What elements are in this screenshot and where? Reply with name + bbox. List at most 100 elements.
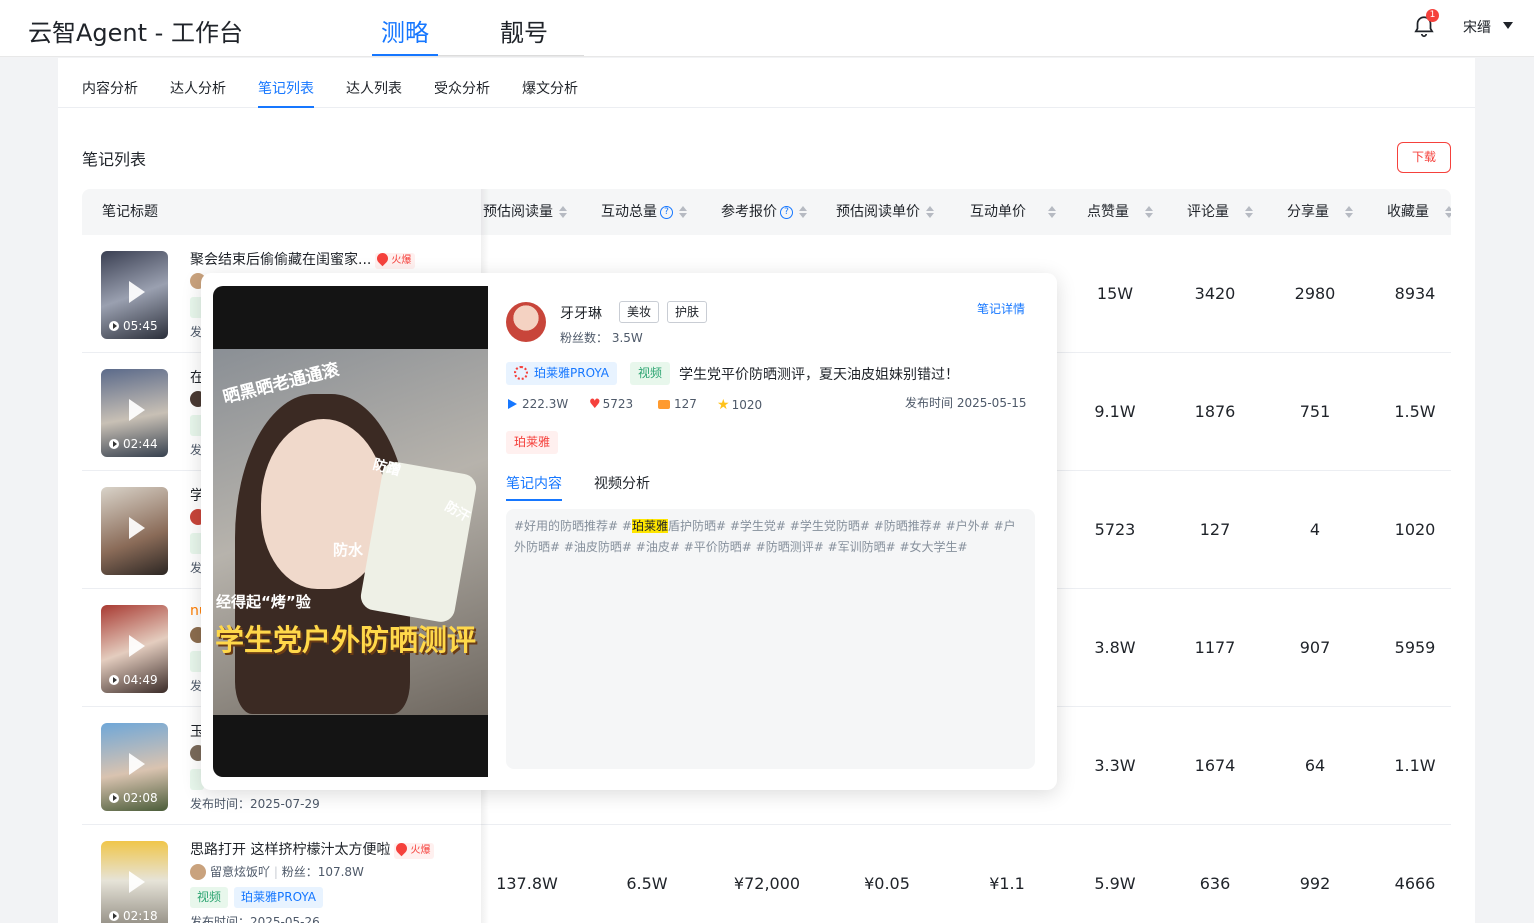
favorites-cell: 5959: [1394, 638, 1436, 657]
sort-icon[interactable]: [926, 205, 934, 219]
note-preview-popup: 晒黑晒老通通滚 防蹭 防汗 防水 经得起“烤”验 学生党户外防晒测评 牙牙琳 美…: [201, 273, 1057, 790]
pubtime: 发布时间：2025-07-29: [190, 797, 320, 811]
tab-video-analysis[interactable]: 视频分析: [594, 473, 650, 501]
favorites-cell: 1.1W: [1394, 756, 1436, 775]
notification-badge: 1: [1426, 9, 1439, 22]
brand-tag: 珀莱雅PROYA: [506, 362, 617, 385]
play-icon: [508, 399, 517, 409]
category-tag: 美妆: [619, 301, 660, 323]
video-tag: 视频: [190, 887, 229, 908]
user-name[interactable]: 宋缙: [1463, 17, 1491, 37]
chevron-down-icon[interactable]: [1503, 22, 1513, 29]
fire-icon: [394, 840, 410, 857]
th-interactions[interactable]: 互动总量?: [601, 189, 687, 235]
sort-icon[interactable]: [559, 205, 567, 219]
likes-cell: 9.1W: [1094, 402, 1136, 421]
th-ref-price[interactable]: 参考报价?: [721, 189, 807, 235]
th-shares[interactable]: 分享量: [1287, 189, 1353, 235]
th-est-reads[interactable]: 预估阅读量: [483, 189, 567, 235]
sort-icon[interactable]: [1145, 205, 1153, 219]
play-icon: [129, 399, 145, 421]
note-detail-link[interactable]: 笔记详情: [977, 300, 1025, 317]
top-tab-lianghao[interactable]: 靓号: [500, 13, 548, 56]
comments-cell: 1177: [1194, 638, 1236, 657]
sort-icon[interactable]: [679, 205, 687, 219]
duration: 02:08: [123, 791, 158, 805]
pubtime: 发布时间：2025-05-26: [190, 915, 320, 923]
favorites-stat: ★ 1020: [717, 397, 763, 413]
play-icon: [129, 753, 145, 775]
video-player[interactable]: 晒黑晒老通通滚 防蹭 防汗 防水 经得起“烤”验 学生党户外防晒测评: [213, 286, 488, 777]
likes-stat: ♥ 5723: [589, 397, 634, 412]
plays-stat: 222.3W: [508, 397, 568, 411]
note-thumbnail[interactable]: 02:18: [101, 841, 168, 923]
shares-cell: 2980: [1294, 284, 1336, 303]
fire-icon: [375, 250, 391, 267]
sort-icon[interactable]: [1345, 205, 1353, 219]
note-title[interactable]: 聚会结束后偷偷藏在闺蜜家... 火爆: [190, 249, 416, 269]
sort-icon[interactable]: [1245, 205, 1253, 219]
star-icon: ★: [717, 397, 730, 413]
note-thumbnail[interactable]: 04:49: [101, 605, 168, 693]
sort-icon[interactable]: [1445, 205, 1451, 219]
table-row[interactable]: 02:18 思路打开 这样挤柠檬汁太方便啦 火爆 留意炫饭吖 | 粉丝：107.8…: [82, 825, 1451, 923]
shares-cell: 992: [1299, 874, 1331, 893]
favorites-cell: 1.5W: [1394, 402, 1436, 421]
question-icon[interactable]: ?: [660, 205, 673, 219]
note-thumbnail[interactable]: 05:45: [101, 251, 168, 339]
th-interaction-unit-price[interactable]: 互动单价: [970, 189, 1056, 235]
video-caption: 经得起“烤”验: [216, 593, 311, 611]
sort-icon[interactable]: [799, 205, 807, 219]
tab-kol-analysis[interactable]: 达人分析: [170, 78, 226, 108]
tab-note-content[interactable]: 笔记内容: [506, 473, 562, 501]
likes-cell: 5.9W: [1094, 874, 1136, 893]
th-read-unit-price[interactable]: 预估阅读单价: [836, 189, 934, 235]
section-title: 笔记列表: [82, 150, 147, 169]
reads-cell: 137.8W: [496, 874, 558, 893]
play-icon: [129, 281, 145, 303]
note-thumbnail[interactable]: [101, 487, 168, 575]
comments-cell: 1876: [1194, 402, 1236, 421]
comments-stat: 127: [658, 397, 697, 411]
note-title[interactable]: 思路打开 这样挤柠檬汁太方便啦 火爆: [190, 839, 435, 859]
note-title: 学生党平价防晒测评，夏天油皮姐妹别错过！: [679, 367, 959, 383]
likes-cell: 3.3W: [1094, 756, 1136, 775]
sort-icon[interactable]: [1048, 205, 1056, 219]
comment-icon: [658, 400, 670, 409]
avatar[interactable]: [506, 302, 546, 342]
note-thumbnail[interactable]: 02:44: [101, 369, 168, 457]
fans-count: 粉丝数： 3.5W: [560, 331, 643, 345]
note-content-box: #好用的防晒推荐# #珀莱雅盾护防晒# #学生党# #学生党防晒# #防晒推荐#…: [506, 509, 1035, 769]
th-comments[interactable]: 评论量: [1187, 189, 1253, 235]
brand-logo-icon: [514, 366, 528, 380]
shares-cell: 4: [1309, 520, 1321, 539]
th-favorites[interactable]: 收藏量: [1387, 189, 1451, 235]
read-unit-cell: ¥0.05: [864, 874, 910, 893]
author[interactable]: 留意炫饭吖 | 粉丝：107.8W: [190, 863, 364, 880]
tab-audience-analysis[interactable]: 受众分析: [434, 78, 490, 108]
tab-kol-list[interactable]: 达人列表: [346, 78, 402, 108]
th-likes[interactable]: 点赞量: [1087, 189, 1153, 235]
tab-note-list[interactable]: 笔记列表: [258, 78, 314, 108]
comments-cell: 1674: [1194, 756, 1236, 775]
avatar: [190, 864, 206, 880]
note-thumbnail[interactable]: 02:08: [101, 723, 168, 811]
question-icon[interactable]: ?: [780, 205, 793, 219]
author-name[interactable]: 牙牙琳: [560, 303, 602, 323]
tab-content-analysis[interactable]: 内容分析: [82, 78, 138, 108]
tags: 视频 珀莱雅PROYA: [190, 887, 323, 908]
play-circle-icon: [109, 793, 119, 803]
duration: 02:44: [123, 437, 158, 451]
publish-time: 发布时间 2025-05-15: [905, 396, 1027, 410]
favorites-cell: 8934: [1394, 284, 1436, 303]
duration: 05:45: [123, 319, 158, 333]
play-icon: [129, 871, 145, 893]
download-button[interactable]: 下载: [1397, 142, 1451, 173]
table-header: 笔记标题 预估阅读量 互动总量? 参考报价? 预估阅读单价 互动单价 点赞量 评…: [82, 189, 1451, 235]
hot-badge: 火爆: [375, 250, 416, 269]
duration: 02:18: [123, 909, 158, 923]
likes-cell: 3.8W: [1094, 638, 1136, 657]
favorites-cell: 4666: [1394, 874, 1436, 893]
tab-viral-analysis[interactable]: 爆文分析: [522, 78, 578, 108]
top-tab-celue[interactable]: 测略: [372, 13, 438, 56]
